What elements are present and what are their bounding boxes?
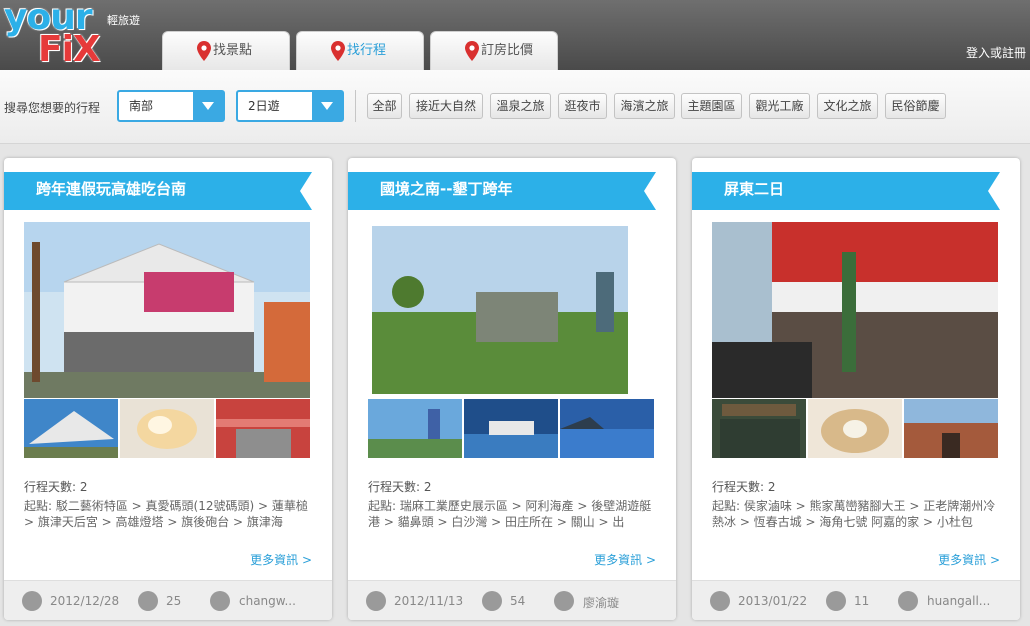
trip-days: 行程天數: 2 [368, 480, 432, 494]
card-footer: 2012/11/13 54 廖渝璇 [348, 580, 676, 620]
user-icon [210, 591, 230, 611]
card-thumbnail[interactable] [24, 399, 118, 458]
chevron-down-icon [193, 92, 223, 120]
category-chip-festival[interactable]: 民俗節慶 [885, 93, 946, 119]
card-main-photo[interactable] [712, 222, 998, 398]
card-main-photo[interactable] [24, 222, 310, 398]
card-author[interactable]: changw... [239, 594, 296, 608]
category-chip-theme-park[interactable]: 主題園區 [681, 93, 742, 119]
tab-label: 找景點 [213, 43, 253, 58]
calendar-icon [366, 591, 386, 611]
card-thumbnail[interactable] [712, 399, 806, 458]
region-value: 南部 [129, 99, 154, 113]
more-info-link[interactable]: 更多資訊 > [250, 551, 312, 568]
search-label: 搜尋您想要的行程 [4, 101, 101, 115]
calendar-icon [22, 591, 42, 611]
card-thumbnail[interactable] [216, 399, 310, 458]
download-icon [138, 591, 158, 611]
card-title[interactable]: 國境之南--墾丁跨年 [380, 178, 512, 199]
download-count: 25 [166, 594, 182, 608]
category-chip-factory[interactable]: 觀光工廠 [749, 93, 810, 119]
filter-bar: 搜尋您想要的行程 南部 2日遊 全部 接近大自然 溫泉之旅 逛夜市 海濱之旅 主… [0, 70, 1030, 144]
duration-value: 2日遊 [248, 99, 280, 113]
download-count: 54 [510, 594, 526, 608]
download-icon [826, 591, 846, 611]
region-select[interactable]: 南部 [117, 90, 225, 122]
card-main-photo[interactable] [368, 222, 654, 398]
card-author[interactable]: 廖渝璇 [583, 594, 619, 611]
itinerary-card[interactable]: 屏東二日 行程天數: 2 起點: 侯家滷味 > 熊家萬巒豬腳大王 > 正老牌潮州… [692, 158, 1020, 620]
trip-route: 起點: 侯家滷味 > 熊家萬巒豬腳大王 > 正老牌潮州冷熱冰 > 恆春古城 > … [712, 499, 996, 529]
card-title[interactable]: 跨年連假玩高雄吃台南 [36, 178, 186, 199]
card-thumbnails [712, 399, 998, 458]
card-thumbnail[interactable] [560, 399, 654, 458]
logo-line2: FiX [38, 29, 101, 70]
card-thumbnail[interactable] [464, 399, 558, 458]
card-date: 2012/11/13 [394, 594, 464, 608]
tab-find-itinerary[interactable]: 找行程 [296, 31, 424, 70]
tab-find-spots[interactable]: 找景點 [162, 31, 290, 70]
calendar-icon [710, 591, 730, 611]
site-logo[interactable]: your FiX 輕旅遊 [4, 0, 154, 70]
card-footer: 2012/12/28 25 changw... [4, 580, 332, 620]
itinerary-card[interactable]: 跨年連假玩高雄吃台南 行程天數: 2 起點: 駁二藝術特區 > 真愛碼頭(12號… [4, 158, 332, 620]
more-info-link[interactable]: 更多資訊 > [938, 551, 1000, 568]
more-info-link[interactable]: 更多資訊 > [594, 551, 656, 568]
duration-select[interactable]: 2日遊 [236, 90, 344, 122]
map-pin-icon [465, 41, 479, 61]
user-icon [898, 591, 918, 611]
card-date: 2012/12/28 [50, 594, 120, 608]
logo-subtitle: 輕旅遊 [107, 14, 140, 27]
chevron-down-icon [312, 92, 342, 120]
itinerary-card[interactable]: 國境之南--墾丁跨年 行程天數: 2 起點: 瑞麻工業歷史展示區 > 阿利海產 … [348, 158, 676, 620]
category-chip-nature[interactable]: 接近大自然 [409, 93, 483, 119]
trip-days: 行程天數: 2 [24, 480, 88, 494]
top-header: your FiX 輕旅遊 找景點 找行程 訂房比價 登入或註冊 [0, 0, 1030, 70]
card-thumbnails [368, 399, 654, 458]
category-chip-culture[interactable]: 文化之旅 [817, 93, 878, 119]
user-icon [554, 591, 574, 611]
login-register-link[interactable]: 登入或註冊 [966, 44, 1026, 61]
card-author[interactable]: huangall... [927, 594, 990, 608]
card-title[interactable]: 屏東二日 [724, 178, 784, 199]
category-chip-seaside[interactable]: 海濱之旅 [614, 93, 675, 119]
card-thumbnail[interactable] [368, 399, 462, 458]
category-chip-night-market[interactable]: 逛夜市 [558, 93, 607, 119]
card-title-ribbon: 屏東二日 [692, 172, 1000, 210]
tab-label: 找行程 [347, 43, 387, 58]
card-title-ribbon: 國境之南--墾丁跨年 [348, 172, 656, 210]
map-pin-icon [197, 41, 211, 61]
tab-label: 訂房比價 [481, 43, 534, 58]
card-thumbnails [24, 399, 310, 458]
card-date: 2013/01/22 [738, 594, 808, 608]
map-pin-icon [331, 41, 345, 61]
card-title-ribbon: 跨年連假玩高雄吃台南 [4, 172, 312, 210]
tab-hotel-compare[interactable]: 訂房比價 [430, 31, 558, 70]
download-count: 11 [854, 594, 870, 608]
card-footer: 2013/01/22 11 huangall... [692, 580, 1020, 620]
download-icon [482, 591, 502, 611]
trip-route: 起點: 瑞麻工業歷史展示區 > 阿利海產 > 後壁湖遊艇港 > 貓鼻頭 > 白沙… [368, 499, 652, 529]
card-thumbnail[interactable] [120, 399, 214, 458]
trip-days: 行程天數: 2 [712, 480, 776, 494]
card-thumbnail[interactable] [808, 399, 902, 458]
category-chip-hotspring[interactable]: 溫泉之旅 [490, 93, 551, 119]
category-chip-all[interactable]: 全部 [367, 93, 402, 119]
trip-route: 起點: 駁二藝術特區 > 真愛碼頭(12號碼頭) > 蓮華槌 > 旗津天后宮 >… [24, 499, 308, 529]
filter-divider [355, 90, 356, 122]
card-thumbnail[interactable] [904, 399, 998, 458]
